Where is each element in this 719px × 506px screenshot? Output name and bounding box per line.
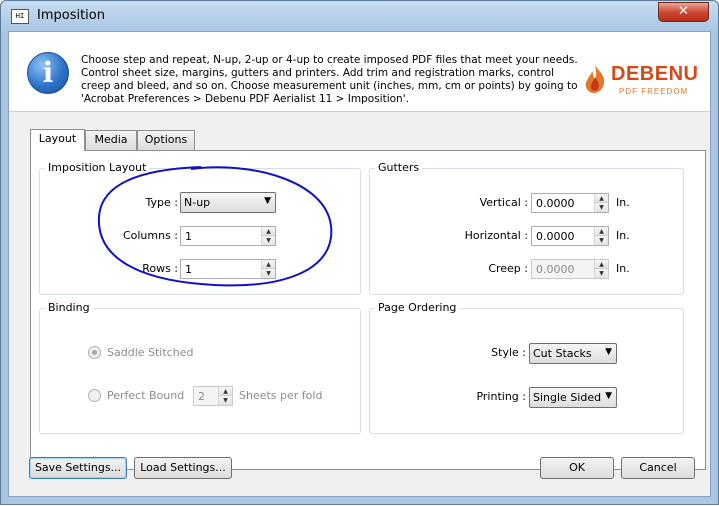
tab-media[interactable]: Media <box>85 130 137 150</box>
type-select[interactable]: N-up ▼ <box>180 192 276 213</box>
load-settings-button[interactable]: Load Settings... <box>134 457 232 479</box>
printing-select[interactable]: Single Sided ▼ <box>529 387 617 408</box>
columns-stepper[interactable]: 1 ▲ ▼ <box>180 226 276 246</box>
increment-icon[interactable]: ▲ <box>262 227 275 236</box>
rows-label: Rows : <box>142 262 178 275</box>
tab-layout[interactable]: Layout <box>30 129 85 151</box>
vertical-value: 0.0000 <box>536 197 575 210</box>
flame-icon <box>585 65 605 93</box>
saddle-stitched-radio[interactable] <box>88 346 101 359</box>
sheets-per-fold-label: Sheets per fold <box>239 389 323 402</box>
gutters-group: Gutters Vertical : 0.0000 ▲ ▼ In. Horizon… <box>369 161 684 295</box>
columns-value: 1 <box>185 230 192 243</box>
decrement-icon[interactable]: ▼ <box>595 203 608 212</box>
style-label: Style : <box>491 346 526 359</box>
creep-value: 0.0000 <box>536 263 575 276</box>
decrement-icon[interactable]: ▼ <box>262 236 275 245</box>
chevron-down-icon: ▼ <box>605 347 612 357</box>
vertical-gutter-stepper[interactable]: 0.0000 ▲ ▼ <box>531 193 609 213</box>
horizontal-label: Horizontal : <box>464 229 528 242</box>
page-ordering-label: Page Ordering <box>375 301 460 314</box>
increment-icon[interactable]: ▲ <box>262 260 275 269</box>
imposition-layout-label: Imposition Layout <box>45 161 150 174</box>
gutters-label: Gutters <box>375 161 423 174</box>
increment-icon[interactable]: ▲ <box>595 227 608 236</box>
app-icon: HI <box>11 9 29 24</box>
rows-stepper[interactable]: 1 ▲ ▼ <box>180 259 276 279</box>
style-value: Cut Stacks <box>533 347 592 360</box>
increment-icon[interactable]: ▲ <box>595 194 608 203</box>
type-value: N-up <box>184 196 211 209</box>
title-bar[interactable]: HI Imposition ✕ <box>1 1 718 31</box>
rows-value: 1 <box>185 263 192 276</box>
perfect-bound-radio[interactable] <box>88 389 101 402</box>
sheets-per-fold-stepper: 2 ▲ ▼ <box>193 386 233 406</box>
chevron-down-icon: ▼ <box>264 196 271 206</box>
increment-icon: ▲ <box>219 387 232 396</box>
header-description: Choose step and repeat, N-up, 2-up or 4-… <box>81 54 578 105</box>
vertical-unit: In. <box>616 196 630 209</box>
info-icon: i <box>27 52 69 94</box>
horizontal-unit: In. <box>616 229 630 242</box>
horizontal-value: 0.0000 <box>536 230 575 243</box>
printing-label: Printing : <box>476 390 526 403</box>
decrement-icon: ▼ <box>595 269 608 278</box>
binding-group: Binding Saddle Stitched Perfect Bound 2 … <box>39 301 361 434</box>
columns-label: Columns : <box>122 229 178 242</box>
imposition-layout-group: Imposition Layout Type : N-up ▼ Columns … <box>39 161 361 295</box>
type-label: Type : <box>145 196 178 209</box>
tab-options[interactable]: Options <box>137 130 195 150</box>
sheets-value: 2 <box>198 390 205 403</box>
page-ordering-group: Page Ordering Style : Cut Stacks ▼ Print… <box>369 301 684 434</box>
window-title: Imposition <box>37 8 105 23</box>
style-select[interactable]: Cut Stacks ▼ <box>529 343 617 364</box>
decrement-icon[interactable]: ▼ <box>595 236 608 245</box>
imposition-dialog: HI Imposition ✕ i Choose step and repeat… <box>0 0 719 505</box>
ok-button[interactable]: OK <box>540 457 614 479</box>
debenu-logo: DEBENU PDF FREEDOM <box>584 62 709 102</box>
decrement-icon: ▼ <box>219 396 232 405</box>
perfect-bound-label: Perfect Bound <box>107 389 185 402</box>
info-header: i Choose step and repeat, N-up, 2-up or … <box>9 32 710 112</box>
layout-tab-panel: Imposition Layout Type : N-up ▼ Columns … <box>30 150 706 470</box>
binding-label: Binding <box>45 301 93 314</box>
chevron-down-icon: ▼ <box>605 391 612 401</box>
creep-unit: In. <box>616 262 630 275</box>
cancel-button[interactable]: Cancel <box>621 457 695 479</box>
horizontal-gutter-stepper[interactable]: 0.0000 ▲ ▼ <box>531 226 609 246</box>
printing-value: Single Sided <box>533 391 602 404</box>
creep-stepper: 0.0000 ▲ ▼ <box>531 259 609 279</box>
decrement-icon[interactable]: ▼ <box>262 269 275 278</box>
dialog-body: i Choose step and repeat, N-up, 2-up or … <box>8 31 711 497</box>
vertical-label: Vertical : <box>479 196 528 209</box>
save-settings-button[interactable]: Save Settings... <box>29 457 127 479</box>
close-button[interactable]: ✕ <box>658 2 709 22</box>
saddle-stitched-label: Saddle Stitched <box>107 346 194 359</box>
logo-name: DEBENU <box>611 63 699 85</box>
creep-label: Creep : <box>488 262 528 275</box>
increment-icon: ▲ <box>595 260 608 269</box>
logo-tagline: PDF FREEDOM <box>619 87 689 96</box>
